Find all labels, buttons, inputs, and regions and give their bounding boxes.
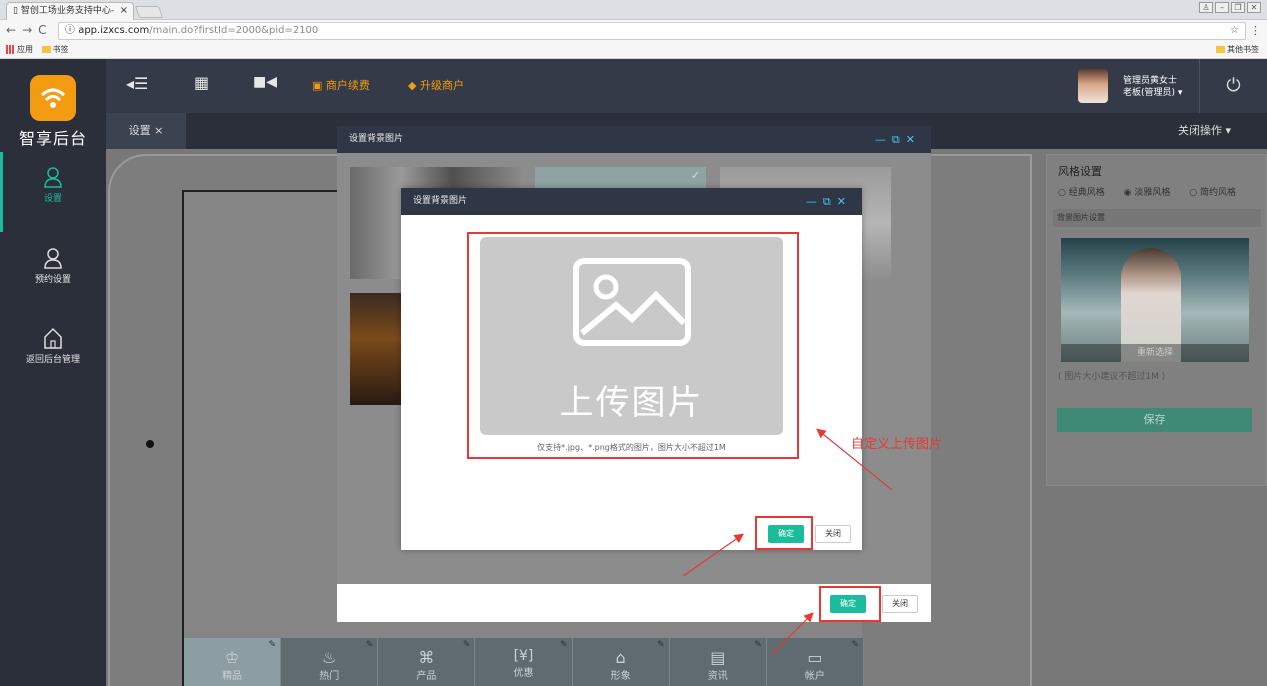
annotation-arrow xyxy=(816,428,893,491)
annotation-arrow xyxy=(771,612,814,655)
annotation-arrow xyxy=(682,533,744,577)
annotation-arrows xyxy=(682,428,893,655)
